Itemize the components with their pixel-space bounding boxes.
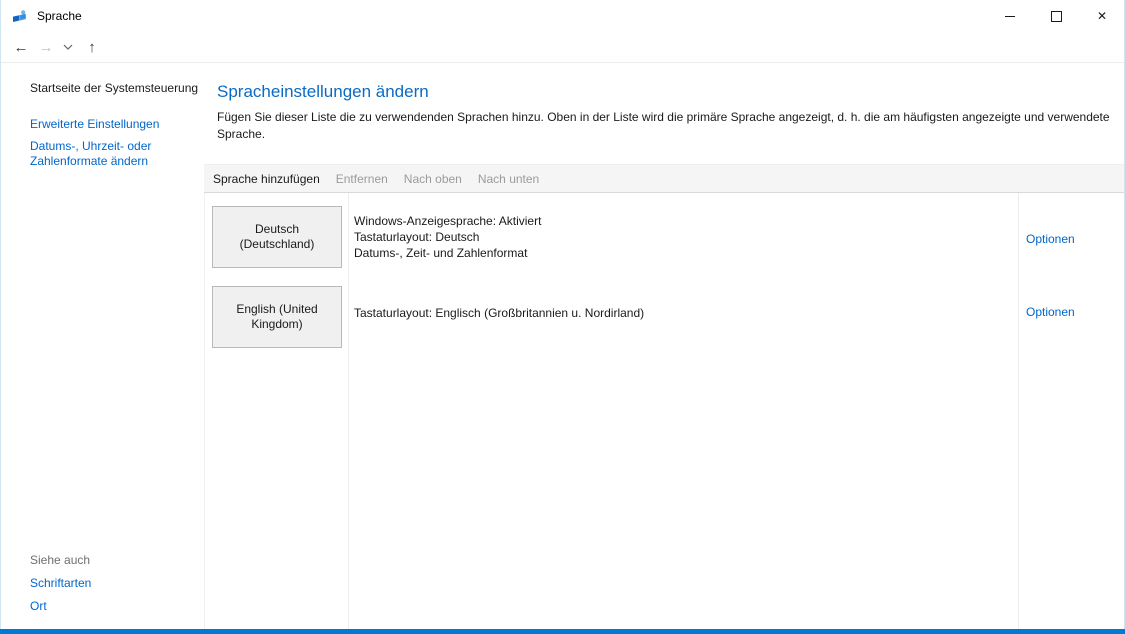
list-gridline: [1018, 193, 1019, 629]
history-dropdown-button[interactable]: [59, 32, 77, 62]
detail-line: Tastaturlayout: Englisch (Großbritannien…: [354, 305, 644, 321]
window-controls: ✕: [987, 0, 1125, 32]
add-language-button[interactable]: Sprache hinzufügen: [213, 172, 320, 186]
sidebar-item-ort[interactable]: Ort: [30, 599, 47, 614]
maximize-icon: [1051, 11, 1062, 22]
back-button[interactable]: ←: [8, 32, 34, 62]
detail-line: Datums-, Zeit- und Zahlenformat: [354, 245, 541, 261]
remove-button: Entfernen: [336, 172, 388, 186]
page-title: Spracheinstellungen ändern: [217, 82, 429, 102]
forward-button: →: [34, 32, 58, 62]
window-title: Sprache: [37, 9, 82, 23]
language-details: Tastaturlayout: Englisch (Großbritannien…: [354, 305, 644, 321]
minimize-icon: [1005, 16, 1015, 17]
navigation-bar: ← → ↑ › Systemsteuerung › Zeit, Sprache …: [0, 32, 1125, 63]
language-details: Windows-Anzeigesprache: Aktiviert Tastat…: [354, 213, 541, 261]
language-tile-english[interactable]: English (United Kingdom): [212, 286, 342, 348]
sidebar-item-schriftarten[interactable]: Schriftarten: [30, 576, 91, 591]
main-content: Spracheinstellungen ändern Fügen Sie die…: [204, 63, 1125, 629]
sidebar: Startseite der Systemsteuerung Erweitert…: [0, 63, 204, 629]
window-border-left: [0, 0, 1, 629]
sidebar-item-erweiterte-einstellungen[interactable]: Erweiterte Einstellungen: [30, 117, 159, 132]
see-also-header: Siehe auch: [30, 553, 90, 568]
window-border-bottom: [0, 629, 1125, 634]
detail-line: Tastaturlayout: Deutsch: [354, 229, 541, 245]
options-link-deutsch[interactable]: Optionen: [1026, 232, 1075, 246]
close-button[interactable]: ✕: [1079, 0, 1125, 32]
options-link-english[interactable]: Optionen: [1026, 305, 1075, 319]
app-language-icon: [12, 8, 28, 24]
minimize-button[interactable]: [987, 0, 1033, 32]
close-icon: ✕: [1097, 9, 1107, 23]
sidebar-item-home[interactable]: Startseite der Systemsteuerung: [30, 81, 198, 96]
move-up-button: Nach oben: [404, 172, 462, 186]
page-description: Fügen Sie dieser Liste die zu verwendend…: [217, 109, 1115, 142]
language-list: Deutsch (Deutschland) Windows-Anzeigespr…: [204, 193, 1125, 629]
chevron-down-icon: [63, 44, 73, 50]
sidebar-item-formate-aendern[interactable]: Datums-, Uhrzeit- oder Zahlenformate änd…: [30, 139, 185, 169]
language-tile-deutsch[interactable]: Deutsch (Deutschland): [212, 206, 342, 268]
maximize-button[interactable]: [1033, 0, 1079, 32]
titlebar: Sprache ✕: [0, 0, 1125, 32]
detail-line: Windows-Anzeigesprache: Aktiviert: [354, 213, 541, 229]
up-button[interactable]: ↑: [79, 32, 105, 62]
list-gridline: [348, 193, 349, 629]
move-down-button: Nach unten: [478, 172, 539, 186]
language-toolbar: Sprache hinzufügen Entfernen Nach oben N…: [204, 164, 1125, 193]
